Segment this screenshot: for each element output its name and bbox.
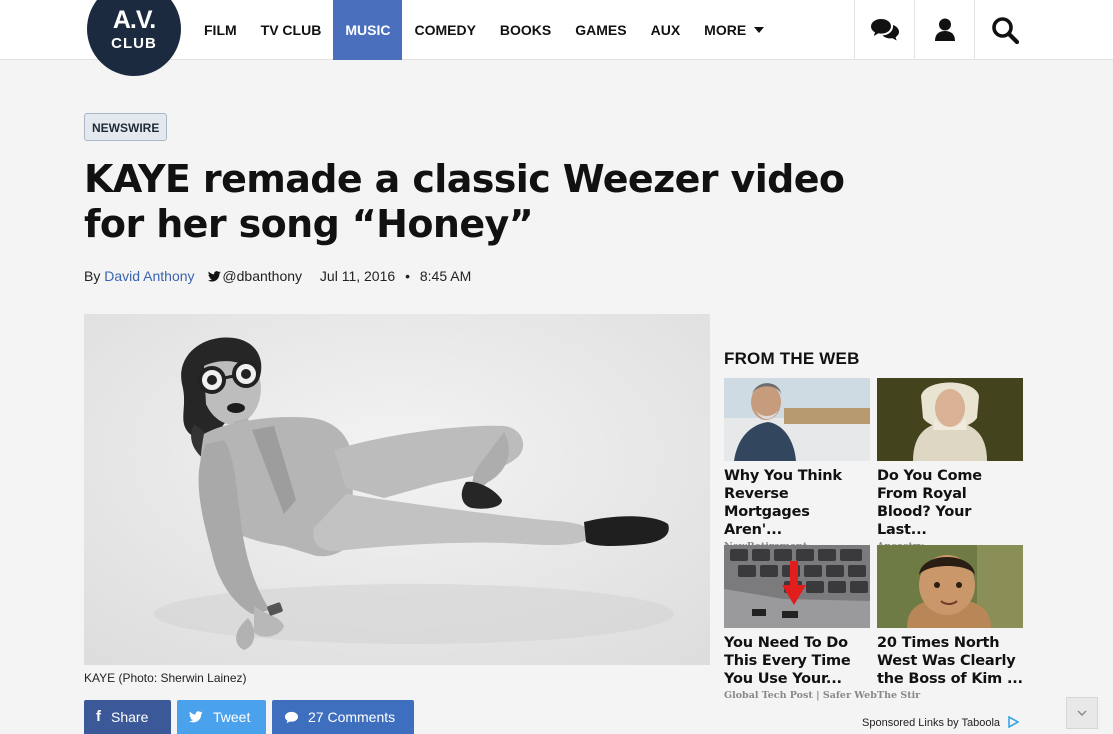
card-thumbnail	[877, 545, 1023, 628]
nav-item-aux[interactable]: AUX	[639, 0, 693, 60]
card-thumbnail	[724, 545, 870, 628]
card-title: 20 Times North West Was Clearly the Boss…	[877, 635, 1023, 687]
image-caption: KAYE (Photo: Sherwin Lainez)	[84, 671, 247, 685]
comment-bubble-icon	[285, 711, 298, 723]
child-photo-image	[877, 545, 1023, 628]
account-button[interactable]	[914, 0, 974, 60]
category-tag[interactable]: NEWSWIRE	[84, 113, 168, 141]
caret-down-icon	[754, 27, 765, 33]
card-title: Why You Think Reverse Mortgages Aren'...	[724, 468, 842, 538]
sponsored-card-usb-tip[interactable]: You Need To Do This Every Time You Use Y…	[724, 545, 877, 701]
sponsored-card-reverse-mortgages[interactable]: Why You Think Reverse Mortgages Aren'...…	[724, 378, 870, 552]
card-source: Global Tech Post | Safer Web	[724, 690, 877, 701]
card-title: You Need To Do This Every Time You Use Y…	[724, 635, 851, 687]
section-nav: FILM TV CLUB MUSIC COMEDY BOOKS GAMES AU…	[192, 0, 776, 60]
taboola-sponsored-link[interactable]: Sponsored Links by Taboola	[862, 715, 1020, 729]
publish-time: 8:45 AM	[419, 268, 472, 284]
nav-item-comedy[interactable]: COMEDY	[402, 0, 487, 60]
comments-icon	[870, 19, 899, 41]
card-source: The Stir	[877, 690, 921, 701]
taboola-adchoices-icon	[1008, 715, 1020, 729]
user-icon	[934, 18, 955, 41]
byline-prefix: By	[84, 268, 101, 284]
nav-more-label: MORE	[704, 22, 747, 38]
from-the-web-heading: FROM THE WEB	[724, 349, 860, 368]
top-navigation-bar: A.V. CLUB FILM TV CLUB MUSIC COMEDY BOOK…	[0, 0, 1113, 76]
article-headline: KAYE remade a classic Weezer video for h…	[84, 157, 845, 246]
scroll-down-button[interactable]	[1066, 697, 1098, 729]
laptop-keyboard-image	[724, 545, 870, 628]
logo-line-2: CLUB	[111, 35, 157, 52]
byline-separator: •	[405, 268, 410, 284]
nav-item-film[interactable]: FILM	[192, 0, 249, 60]
nav-item-books[interactable]: BOOKS	[488, 0, 563, 60]
comments-button[interactable]	[854, 0, 914, 60]
byline: By David Anthony @dbanthony Jul 11, 2016…	[84, 268, 471, 284]
older-man-outdoors-image	[724, 378, 870, 461]
twitter-bird-icon	[208, 271, 222, 282]
sponsored-card-royal-blood[interactable]: Do You Come From Royal Blood? Your Last.…	[877, 378, 1023, 552]
card-thumbnail	[877, 378, 1023, 461]
nav-item-tv-club[interactable]: TV CLUB	[249, 0, 334, 60]
twitter-bird-icon	[189, 711, 203, 723]
portrait-painting-image	[877, 378, 1023, 461]
search-button[interactable]	[974, 0, 1034, 60]
nav-item-more[interactable]: MORE	[692, 0, 776, 60]
kaye-photo-illustration	[84, 314, 710, 665]
nav-item-games[interactable]: GAMES	[563, 0, 638, 60]
author-link[interactable]: David Anthony	[104, 268, 194, 284]
sponsored-label: Sponsored Links by Taboola	[862, 717, 1001, 729]
chevron-down-icon	[1077, 710, 1087, 716]
twitter-handle-link[interactable]: @dbanthony	[208, 268, 302, 284]
publish-date: Jul 11, 2016	[319, 268, 396, 284]
card-title: Do You Come From Royal Blood? Your Last.…	[877, 468, 982, 538]
nav-item-music[interactable]: MUSIC	[333, 0, 403, 60]
card-thumbnail	[724, 378, 870, 461]
sponsored-card-north-west[interactable]: 20 Times North West Was Clearly the Boss…	[877, 545, 1023, 701]
av-club-logo[interactable]: A.V. CLUB	[87, 0, 181, 76]
search-icon	[991, 17, 1019, 44]
header-tools	[854, 0, 1034, 60]
article-lead-image[interactable]	[84, 314, 710, 665]
twitter-handle: @dbanthony	[222, 268, 303, 284]
logo-line-1: A.V.	[112, 6, 156, 34]
